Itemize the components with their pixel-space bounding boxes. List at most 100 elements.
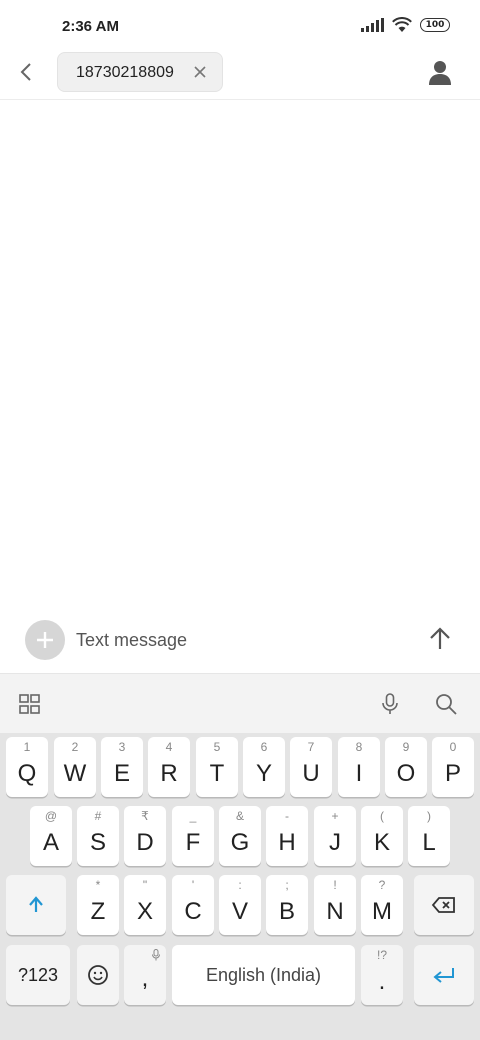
key-y[interactable]: 6Y (243, 737, 285, 797)
key-a-label: A (42, 829, 59, 856)
space-key-label: English (India) (205, 964, 322, 985)
period-key[interactable]: !? . (361, 945, 403, 1005)
recipient-chip[interactable]: 18730218809 (57, 52, 223, 92)
key-g-label: G (230, 829, 250, 856)
key-m[interactable]: ? M (361, 875, 403, 935)
key-r-label: R (160, 760, 178, 787)
back-button[interactable] (12, 58, 40, 86)
key-f-label: F (185, 829, 201, 856)
enter-key[interactable] (414, 945, 474, 1005)
close-icon[interactable] (192, 64, 208, 80)
key-d[interactable]: ₹ D (124, 806, 166, 866)
attach-button[interactable] (25, 620, 65, 660)
conversation-header: 18730218809 (0, 52, 480, 100)
microphone-small-icon (152, 949, 160, 961)
key-u-label: U (302, 760, 320, 787)
key-q-sub: 1 (23, 740, 31, 754)
key-p-sub: 0 (449, 740, 457, 754)
enter-icon (433, 968, 454, 983)
key-v-sub: : (238, 878, 242, 892)
key-u[interactable]: 7U (290, 737, 332, 797)
key-n-sub: ! (333, 878, 337, 892)
key-v[interactable]: :V (219, 875, 261, 935)
key-h-sub: - (285, 809, 289, 823)
contact-person-icon[interactable] (426, 58, 454, 86)
message-input[interactable] (76, 627, 396, 653)
status-bar: 2:36 AM 100 (0, 0, 480, 52)
emoji-icon (88, 965, 108, 985)
key-g-sub: & (235, 809, 244, 823)
key-c[interactable]: ' C (172, 875, 214, 935)
signal-icon (361, 18, 384, 32)
key-q[interactable]: 1Q (6, 737, 48, 797)
key-a-sub: @ (44, 809, 58, 823)
battery-icon: 100 (420, 18, 450, 32)
key-n[interactable]: ! N (314, 875, 356, 935)
key-l-label: L (422, 829, 436, 856)
keyboard: 1Q 2W 3E 4R 5T 6Y 7U 8I 9O 0P @ A # S ₹ D _… (0, 733, 480, 1040)
microphone-icon[interactable] (378, 692, 402, 716)
key-v-label: V (231, 898, 248, 925)
key-j-sub: + (331, 809, 339, 823)
key-o[interactable]: 9O (385, 737, 427, 797)
status-time: 2:36 AM (62, 18, 119, 35)
space-key[interactable]: English (India) (172, 945, 355, 1005)
backspace-key[interactable] (414, 875, 474, 935)
key-g[interactable]: & G (219, 806, 261, 866)
key-j[interactable]: + J (314, 806, 356, 866)
key-o-sub: 9 (402, 740, 410, 754)
key-j-label: J (329, 829, 341, 856)
search-icon[interactable] (434, 692, 458, 716)
key-k[interactable]: (K (361, 806, 403, 866)
key-n-label: N (326, 898, 344, 925)
key-a[interactable]: @ A (30, 806, 72, 866)
plus-icon (37, 632, 53, 648)
key-h[interactable]: -H (266, 806, 308, 866)
emoji-key[interactable] (77, 945, 119, 1005)
symbols-key[interactable]: ?123 (6, 945, 70, 1005)
key-i-sub: 8 (355, 740, 363, 754)
key-m-sub: ? (378, 878, 386, 892)
key-i-label: I (355, 760, 363, 787)
comma-key[interactable]: , (124, 945, 166, 1005)
key-r[interactable]: 4R (148, 737, 190, 797)
key-w[interactable]: 2W (54, 737, 96, 797)
key-f[interactable]: _ F (172, 806, 214, 866)
recipient-number: 18730218809 (76, 64, 174, 81)
key-p[interactable]: 0P (432, 737, 474, 797)
key-k-sub: ( (380, 809, 384, 823)
key-d-sub: ₹ (141, 809, 149, 823)
key-x[interactable]: " X (124, 875, 166, 935)
key-d-label: D (136, 829, 154, 856)
key-y-sub: 6 (260, 740, 268, 754)
compose-bar (0, 605, 480, 673)
key-p-label: P (444, 760, 461, 787)
message-thread-area (0, 100, 480, 605)
key-i[interactable]: 8I (338, 737, 380, 797)
key-b[interactable]: ; B (266, 875, 308, 935)
status-icons: 100 (361, 17, 450, 33)
key-b-sub: ; (285, 878, 289, 892)
key-l-sub: ) (427, 809, 431, 823)
key-b-label: B (278, 898, 295, 925)
key-z-sub: * (95, 878, 101, 892)
key-t-label: T (209, 760, 225, 787)
key-u-sub: 7 (307, 740, 315, 754)
key-k-label: K (373, 829, 390, 856)
key-e[interactable]: 3E (101, 737, 143, 797)
key-h-label: H (278, 829, 296, 856)
key-w-sub: 2 (71, 740, 79, 754)
key-t[interactable]: 5T (196, 737, 238, 797)
shift-key[interactable] (6, 875, 66, 935)
key-l[interactable]: ) L (408, 806, 450, 866)
key-o-label: O (396, 760, 416, 787)
key-x-label: X (136, 898, 153, 925)
key-c-sub: ' (191, 878, 195, 892)
key-z[interactable]: * Z (77, 875, 119, 935)
symbols-key-label: ?123 (17, 964, 59, 985)
send-arrow-icon[interactable] (426, 625, 454, 653)
key-s[interactable]: # S (77, 806, 119, 866)
key-c-label: C (184, 898, 202, 925)
apps-grid-icon[interactable] (18, 692, 42, 716)
battery-level: 100 (425, 20, 445, 30)
